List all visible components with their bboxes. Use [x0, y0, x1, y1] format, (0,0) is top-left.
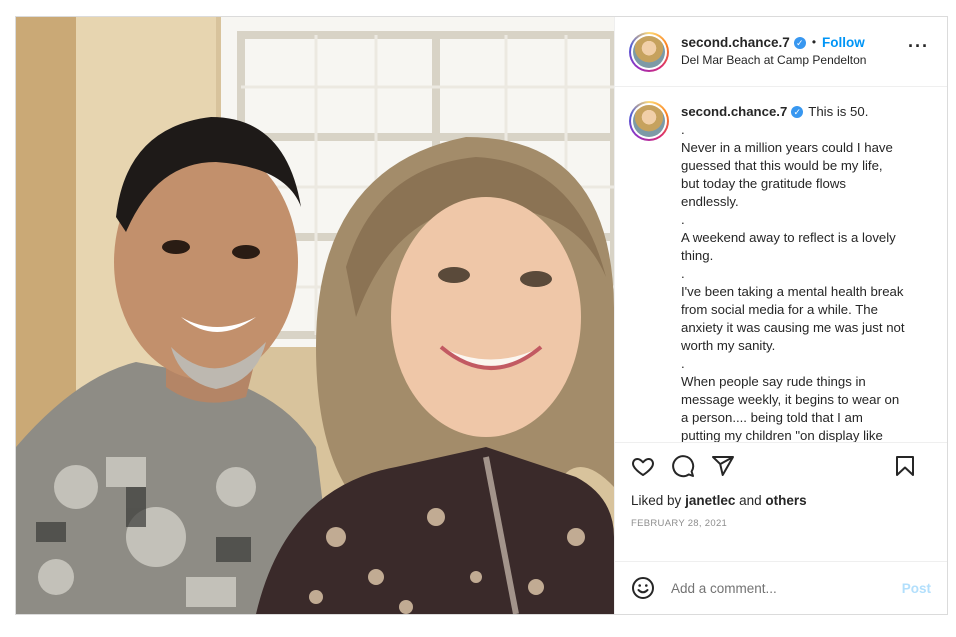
caption-line: worth my sanity.	[681, 338, 776, 353]
post-photo[interactable]	[16, 17, 614, 614]
caption-line: .	[681, 122, 685, 137]
liked-by-user-link[interactable]: janetlec	[685, 493, 735, 508]
location-link[interactable]: Del Mar Beach at Camp Pendelton	[681, 54, 866, 68]
verified-badge-icon: ✓	[791, 106, 804, 118]
caption-text: second.chance.7 ✓ This is 50. . Never in…	[681, 101, 923, 442]
comment-box: Add a comment... Post	[615, 561, 947, 614]
post-card: second.chance.7 ✓ • Follow Del Mar Beach…	[15, 16, 948, 615]
liked-by-prefix: Liked by	[631, 493, 682, 508]
caption-line: .	[681, 212, 685, 227]
likes-summary: Liked by janetlec and others	[615, 489, 947, 508]
caption-line: A weekend away to reflect is a lovely	[681, 230, 896, 245]
caption-line: anxiety it was causing me was just not	[681, 320, 905, 335]
caption-section: second.chance.7 ✓ This is 50. . Never in…	[615, 87, 947, 443]
smiley-icon[interactable]	[631, 576, 655, 600]
caption-line: from social media for a while. The	[681, 302, 878, 317]
caption-line: guessed that this would be my life,	[681, 158, 883, 173]
comment-bubble-icon[interactable]	[671, 454, 695, 478]
caption-line: .	[681, 356, 685, 371]
comment-input[interactable]: Add a comment...	[671, 581, 777, 596]
paper-plane-icon[interactable]	[711, 454, 735, 478]
avatar[interactable]	[629, 31, 669, 72]
caption-line: a person.... being told that I am	[681, 410, 863, 425]
follow-button[interactable]: Follow	[822, 35, 865, 51]
caption-line: I've been taking a mental health break	[681, 284, 904, 299]
selfie-image	[16, 17, 614, 614]
caption-first-line: This is 50.	[808, 104, 869, 119]
post-date[interactable]: FEBRUARY 28, 2021	[615, 508, 947, 529]
separator-dot: •	[811, 34, 817, 49]
caption-line: When people say rude things in	[681, 374, 866, 389]
heart-icon[interactable]	[631, 454, 655, 478]
post-side-panel: second.chance.7 ✓ • Follow Del Mar Beach…	[614, 17, 947, 614]
caption-avatar[interactable]	[629, 101, 669, 141]
caption-line: putting my children "on display like	[681, 428, 883, 443]
caption-line: Never in a million years could I have	[681, 140, 893, 155]
bookmark-icon[interactable]	[893, 454, 917, 478]
more-options-icon[interactable]: ···	[908, 37, 929, 55]
caption-line: message weekly, it begins to wear on	[681, 392, 900, 407]
post-comment-button[interactable]: Post	[902, 581, 931, 596]
caption-line: .	[681, 266, 685, 281]
action-bar	[615, 443, 947, 489]
caption-line: but today the gratitude flows	[681, 176, 846, 191]
verified-badge-icon: ✓	[793, 36, 806, 49]
post-header: second.chance.7 ✓ • Follow Del Mar Beach…	[615, 17, 947, 87]
liked-by-and: and	[739, 493, 762, 508]
caption-line: thing.	[681, 248, 714, 263]
liked-by-others-link[interactable]: others	[765, 493, 806, 508]
caption-line: endlessly.	[681, 194, 739, 209]
username-link[interactable]: second.chance.7	[681, 35, 790, 51]
caption-username-link[interactable]: second.chance.7	[681, 103, 787, 121]
